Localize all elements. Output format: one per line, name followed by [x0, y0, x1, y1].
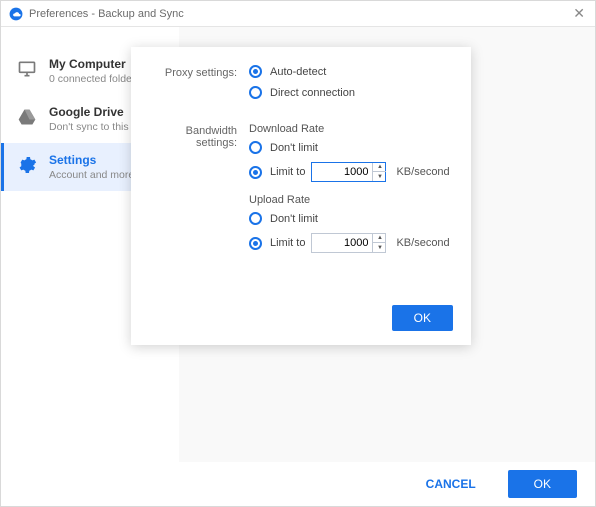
sidebar-item-label: My Computer — [49, 57, 141, 71]
radio-label: Don't limit — [270, 142, 318, 154]
sidebar-item-label: Settings — [49, 153, 134, 167]
cancel-button[interactable]: CANCEL — [408, 471, 494, 497]
radio-on-icon — [249, 65, 262, 78]
radio-direct-connection[interactable]: Direct connection — [249, 86, 453, 99]
body: My Computer 0 connected folders Google D… — [1, 27, 595, 462]
drive-icon — [17, 107, 37, 127]
titlebar: Preferences - Backup and Sync ✕ — [1, 1, 595, 27]
radio-on-icon — [249, 166, 262, 179]
radio-label: Don't limit — [270, 213, 318, 225]
radio-auto-detect[interactable]: Auto-detect — [249, 65, 453, 78]
upload-limit-input[interactable] — [312, 234, 372, 252]
spin-down-icon[interactable]: ▼ — [373, 243, 386, 252]
modal-ok-button[interactable]: OK — [392, 305, 453, 331]
sidebar-item-sub: 0 connected folders — [49, 73, 141, 85]
unit-label: KB/second — [396, 166, 449, 178]
bandwidth-settings-label: Bandwidth settings: — [149, 123, 249, 149]
spinner: ▲ ▼ — [372, 234, 385, 252]
radio-download-dont-limit[interactable]: Don't limit — [249, 141, 453, 154]
radio-off-icon — [249, 212, 262, 225]
spin-up-icon[interactable]: ▲ — [373, 163, 386, 172]
cloud-icon — [9, 7, 23, 21]
footer: CANCEL OK — [1, 462, 595, 506]
download-limit-input-wrap: ▲ ▼ — [311, 162, 386, 182]
spin-up-icon[interactable]: ▲ — [373, 234, 386, 243]
radio-upload-dont-limit[interactable]: Don't limit — [249, 212, 453, 225]
radio-on-icon — [249, 237, 262, 250]
proxy-settings-label: Proxy settings: — [149, 65, 249, 79]
gear-icon — [17, 155, 37, 175]
spinner: ▲ ▼ — [372, 163, 385, 181]
radio-off-icon — [249, 86, 262, 99]
window-title: Preferences - Backup and Sync — [29, 8, 184, 20]
upload-limit-input-wrap: ▲ ▼ — [311, 233, 386, 253]
download-limit-input[interactable] — [312, 163, 372, 181]
ok-button[interactable]: OK — [508, 470, 577, 498]
radio-label: Auto-detect — [270, 66, 326, 78]
monitor-icon — [17, 59, 37, 79]
radio-upload-limit-to[interactable]: Limit to ▲ ▼ KB/second — [249, 233, 453, 253]
radio-label: Direct connection — [270, 87, 355, 99]
download-rate-heading: Download Rate — [249, 123, 453, 135]
radio-label: Limit to — [270, 166, 305, 178]
network-settings-dialog: Proxy settings: Auto-detect Direct conne… — [131, 47, 471, 345]
radio-download-limit-to[interactable]: Limit to ▲ ▼ KB/second — [249, 162, 453, 182]
preferences-window: Preferences - Backup and Sync ✕ My Compu… — [0, 0, 596, 507]
unit-label: KB/second — [396, 237, 449, 249]
upload-rate-heading: Upload Rate — [249, 194, 453, 206]
close-icon[interactable]: ✕ — [571, 3, 587, 24]
radio-off-icon — [249, 141, 262, 154]
spin-down-icon[interactable]: ▼ — [373, 172, 386, 181]
radio-label: Limit to — [270, 237, 305, 249]
sidebar-item-sub: Account and more — [49, 169, 134, 181]
